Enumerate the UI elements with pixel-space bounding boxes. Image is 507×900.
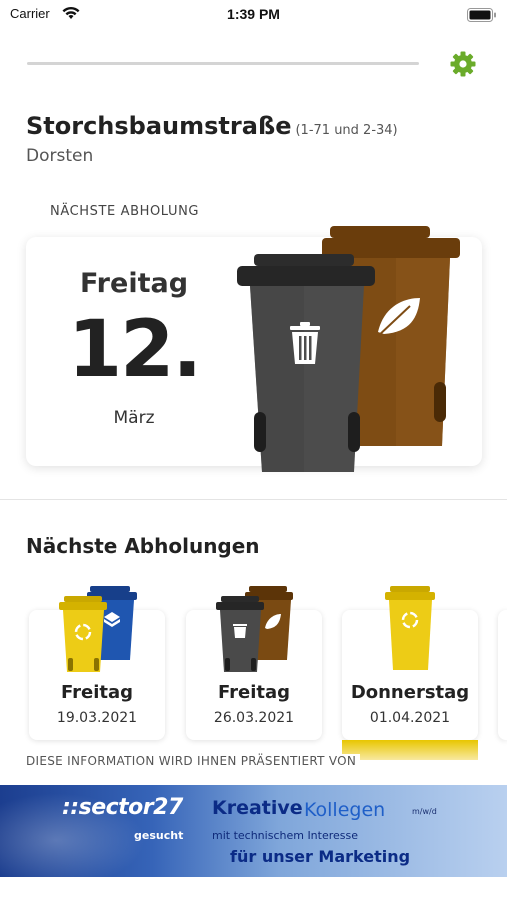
city-name: Dorsten <box>26 146 94 166</box>
ad-headline: Kreative <box>212 797 303 819</box>
gear-icon[interactable] <box>449 50 477 82</box>
yellow-recycling-bin-icon <box>385 586 435 670</box>
next-pickup-weekday: Freitag <box>79 268 189 299</box>
next-pickup-label: NÄCHSTE ABHOLUNG <box>50 204 200 219</box>
section-divider <box>0 499 507 500</box>
residual-waste-bin-icon <box>237 254 375 472</box>
upcoming-weekday: Freitag <box>60 682 134 703</box>
ad-gender-note: m/w/d <box>412 807 437 816</box>
battery-icon <box>467 7 497 26</box>
ad-line-gesucht: gesucht <box>134 829 184 842</box>
ad-line-interest: mit technischem Interesse <box>212 829 359 842</box>
ad-line-marketing: für unser Marketing <box>230 847 411 866</box>
yellow-recycling-bin-icon <box>59 596 107 672</box>
status-time: 1:39 PM <box>227 6 280 22</box>
next-pickup-bins <box>234 222 466 486</box>
sponsor-label: DIESE INFORMATION WIRD IHNEN PRÄSENTIERT… <box>26 754 361 768</box>
next-pickup-day: 12. <box>67 305 202 395</box>
upcoming-weekday: Donnerstag <box>350 682 470 703</box>
next-pickup-month: März <box>113 408 155 428</box>
upcoming-title: Nächste Abholungen <box>26 534 260 558</box>
residual-waste-bin-icon <box>216 596 264 672</box>
upcoming-card-partial[interactable] <box>498 610 507 740</box>
upcoming-bins <box>58 584 142 680</box>
street-heading: Storchsbaumstraße (1-71 und 2-34) <box>26 112 398 140</box>
upcoming-bins <box>215 584 299 680</box>
street-range: (1-71 und 2-34) <box>295 123 398 138</box>
ad-banner[interactable]: ::sector27 Kreative Kollegen m/w/d gesuc… <box>0 785 507 877</box>
upcoming-date: 19.03.2021 <box>56 710 138 726</box>
upcoming-weekday: Freitag <box>217 682 291 703</box>
ad-headline-accent: Kollegen <box>304 799 386 821</box>
upcoming-card-strip <box>342 740 478 760</box>
status-bar: Carrier 1:39 PM <box>0 0 507 30</box>
upcoming-bins <box>384 584 438 680</box>
street-name: Storchsbaumstraße <box>26 112 292 140</box>
ad-brand: ::sector27 <box>62 795 183 820</box>
upcoming-date: 26.03.2021 <box>213 710 295 726</box>
header-divider <box>27 62 419 65</box>
upcoming-date: 01.04.2021 <box>369 710 451 726</box>
